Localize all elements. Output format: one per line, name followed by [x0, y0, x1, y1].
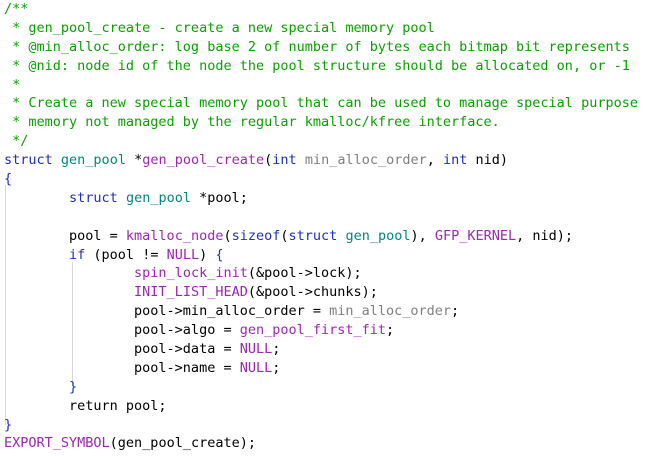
code-line: struct gen_pool *pool; — [4, 189, 638, 208]
code-token: * — [125, 152, 143, 169]
code-token: struct — [288, 227, 338, 244]
code-editor[interactable]: /** * gen_pool_create - create a new spe… — [0, 0, 663, 456]
code-token: NULL — [239, 359, 273, 376]
code-token: gen_pool_create — [142, 152, 265, 169]
code-token: * @nid: node id of the node the pool str… — [4, 57, 630, 74]
code-token: (gen_pool_create); — [109, 435, 256, 452]
code-token: { — [4, 171, 13, 188]
code-token: * Create a new special memory pool that … — [4, 95, 638, 112]
code-token: * memory not managed by the regular kmal… — [4, 114, 500, 131]
code-token: /** — [4, 1, 29, 17]
code-token: int — [443, 152, 468, 169]
code-token: EXPORT_SYMBOL — [4, 435, 110, 452]
code-token: spin_lock_init — [134, 265, 248, 282]
code-token: ( — [223, 227, 232, 244]
code-view[interactable]: /** * gen_pool_create - create a new spe… — [4, 0, 638, 453]
code-line: * gen_pool_create - create a new special… — [4, 19, 638, 38]
code-line: * Create a new special memory pool that … — [4, 94, 638, 113]
code-token: pool->name = — [4, 359, 240, 376]
code-token: NULL — [166, 246, 200, 263]
code-line: * @nid: node id of the node the pool str… — [4, 57, 638, 76]
code-token: */ — [4, 133, 29, 150]
code-token: gen_pool_first_fit — [239, 322, 387, 339]
code-line: if (pool != NULL) { — [4, 246, 638, 265]
code-token: , nid); — [516, 227, 574, 244]
code-token: int — [272, 152, 297, 169]
code-token: min_alloc_order — [304, 152, 427, 169]
code-token: struct — [4, 152, 53, 169]
code-token: gen_pool — [345, 227, 411, 244]
code-token: pool->data = — [4, 341, 240, 358]
code-token: GFP_KERNEL — [434, 227, 517, 244]
code-line: return pool; — [4, 397, 638, 416]
code-token: if — [69, 246, 86, 263]
code-token: ) — [199, 246, 216, 263]
code-token: (&pool->chunks); — [247, 284, 378, 301]
code-token: ; — [272, 341, 281, 358]
code-token: pool->min_alloc_order = — [4, 303, 330, 320]
code-line: INIT_LIST_HEAD(&pool->chunks); — [4, 283, 638, 302]
code-token: pool->algo = — [4, 322, 240, 339]
code-token: NULL — [239, 341, 273, 358]
code-line: struct gen_pool *gen_pool_create(int min… — [4, 151, 638, 170]
code-token: ( — [280, 227, 289, 244]
code-line: } — [4, 416, 638, 435]
code-line: spin_lock_init(&pool->lock); — [4, 264, 638, 283]
code-token: } — [69, 378, 78, 395]
code-line: pool = kmalloc_node(sizeof(struct gen_po… — [4, 227, 638, 246]
code-token: { — [215, 246, 224, 263]
code-line: pool->algo = gen_pool_first_fit; — [4, 321, 638, 340]
code-line: * @min_alloc_order: log base 2 of number… — [4, 38, 638, 57]
code-line: EXPORT_SYMBOL(gen_pool_create); — [4, 434, 638, 453]
code-line: } — [4, 378, 638, 397]
code-token: *pool; — [190, 189, 248, 206]
code-token: (&pool->lock); — [247, 265, 362, 282]
code-token: sizeof — [231, 227, 281, 244]
code-token: ), — [410, 227, 435, 244]
code-token: , — [426, 152, 443, 169]
code-token: return pool; — [4, 397, 167, 414]
code-token: INIT_LIST_HEAD — [134, 284, 248, 301]
code-token: * gen_pool_create - create a new special… — [4, 19, 435, 36]
code-token: struct — [69, 189, 118, 206]
code-token: gen_pool — [60, 152, 126, 169]
code-token: } — [4, 416, 13, 433]
code-token: min_alloc_order — [329, 303, 452, 320]
code-token: kmalloc_node — [125, 227, 224, 244]
code-token: * @min_alloc_order: log base 2 of number… — [4, 38, 630, 55]
code-token: * — [4, 76, 21, 93]
code-token: ; — [386, 322, 395, 339]
code-token: ; — [451, 303, 460, 320]
code-token: pool = — [4, 227, 126, 244]
code-token: nid) — [467, 152, 509, 169]
code-line: */ — [4, 132, 638, 151]
code-line: pool->min_alloc_order = min_alloc_order; — [4, 302, 638, 321]
code-token: (pool != — [85, 246, 167, 263]
code-line: { — [4, 170, 638, 189]
code-line: pool->name = NULL; — [4, 359, 638, 378]
code-line: pool->data = NULL; — [4, 340, 638, 359]
code-token: gen_pool — [125, 189, 191, 206]
code-token: ; — [272, 359, 281, 376]
code-line: /** — [4, 0, 638, 19]
code-line: * — [4, 76, 638, 95]
code-line: * memory not managed by the regular kmal… — [4, 113, 638, 132]
